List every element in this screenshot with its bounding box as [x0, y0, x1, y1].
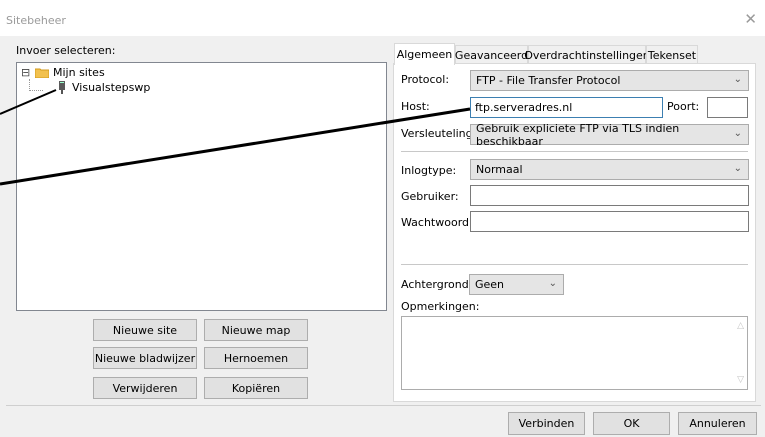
annotation-lines	[0, 89, 471, 186]
tab-general[interactable]: Algemeen	[394, 43, 455, 65]
annotation-line	[0, 89, 57, 115]
annotation-line	[0, 107, 471, 186]
